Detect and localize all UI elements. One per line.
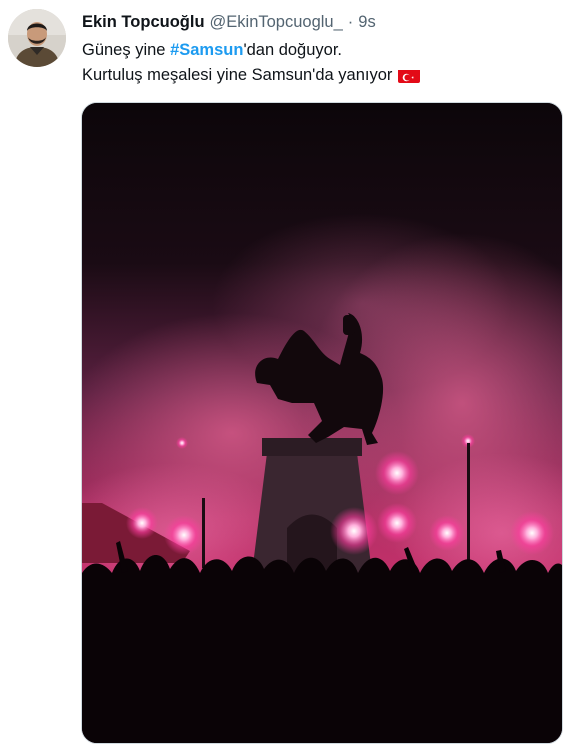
photo-statue-flares <box>82 103 562 743</box>
tweet: Ekin Topcuoğlu @EkinTopcuoglu_ · 9s Güne… <box>0 0 577 744</box>
tweet-photo[interactable] <box>81 102 563 744</box>
tweet-header: Ekin Topcuoğlu @EkinTopcuoglu_ · 9s <box>82 11 376 33</box>
tweet-text-line-1: Güneş yine #Samsun'dan doğuyor. <box>82 38 562 63</box>
tweet-text-line-2: Kurtuluş meşalesi yine Samsun'da yanıyor <box>82 63 562 88</box>
text-segment: Güneş yine <box>82 41 171 59</box>
author-display-name[interactable]: Ekin Topcuoğlu <box>82 13 205 32</box>
author-handle[interactable]: @EkinTopcuoglu_ <box>210 13 343 32</box>
header-separator: · <box>347 12 354 31</box>
author-avatar[interactable] <box>8 9 66 67</box>
hashtag-link[interactable]: #Samsun <box>170 41 243 59</box>
turkey-flag-icon <box>398 68 421 83</box>
tweet-text: Güneş yine #Samsun'dan doğuyor. Kurtuluş… <box>82 38 562 88</box>
user-avatar-icon <box>8 9 66 67</box>
text-segment: Kurtuluş meşalesi yine Samsun'da yanıyor <box>82 66 393 84</box>
tweet-timestamp[interactable]: 9s <box>358 13 375 32</box>
text-segment: 'dan doğuyor. <box>243 41 343 59</box>
